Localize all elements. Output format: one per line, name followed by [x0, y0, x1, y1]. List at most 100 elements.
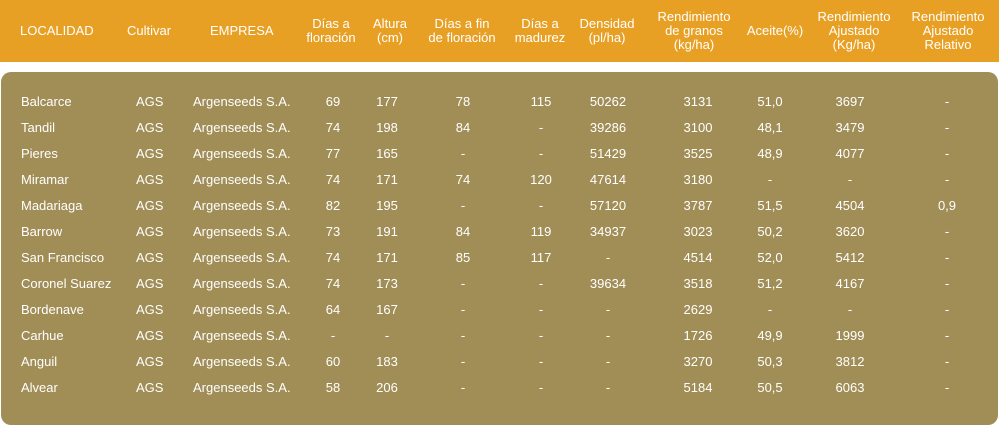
cell-altura: 195: [376, 198, 398, 213]
cell-rendimiento-relativo: -: [944, 172, 950, 187]
cell-dias-fin-floracion: 74: [455, 172, 471, 187]
cell-dias-floracion: 74: [325, 120, 341, 135]
cell-aceite: 51,2: [757, 276, 783, 291]
table-row: Tandil AGS Argenseeds S.A. 74 198 84 - 39286 310…: [1, 115, 998, 141]
cell-densidad: -: [605, 354, 611, 369]
cell-altura: 171: [376, 172, 398, 187]
cell-localidad: Anguil: [21, 354, 58, 369]
cell-localidad: Coronel Suarez: [21, 276, 112, 291]
cell-cultivar: AGS: [136, 198, 164, 213]
cell-dias-fin-floracion: 78: [455, 94, 471, 109]
cell-altura: 171: [376, 250, 398, 265]
cell-dias-floracion: 60: [325, 354, 341, 369]
cell-altura: 167: [376, 302, 398, 317]
table-row: San Francisco AGS Argenseeds S.A. 74 171 85 11…: [1, 245, 998, 271]
cell-aceite: -: [767, 172, 773, 187]
table-row: Anguil AGS Argenseeds S.A. 60 183 - - - 3270 50,3…: [1, 349, 998, 375]
table-row: Carhue AGS Argenseeds S.A. - - - - - 1726 49,9 199…: [1, 323, 998, 349]
cell-rendimiento-relativo: -: [944, 302, 950, 317]
cell-rendimiento-relativo: -: [944, 250, 950, 265]
cell-altura: 206: [376, 380, 398, 395]
cell-localidad: Carhue: [21, 328, 64, 343]
cell-rendimiento-relativo: -: [944, 94, 950, 109]
cell-rendimiento-granos: 1726: [683, 328, 713, 343]
cell-densidad: 39286: [589, 120, 627, 135]
table-row: Miramar AGS Argenseeds S.A. 74 171 74 120 47614…: [1, 167, 998, 193]
cell-cultivar: AGS: [136, 224, 164, 239]
cell-rendimiento-relativo: -: [944, 354, 950, 369]
cell-rendimiento-ajustado: -: [847, 172, 853, 187]
header-cultivar: Cultivar: [127, 23, 172, 38]
cell-aceite: 52,0: [757, 250, 783, 265]
header-rendimiento-ajustado-relativo: Rendimiento Ajustado Relativo: [911, 9, 985, 52]
cell-rendimiento-granos: 3023: [683, 224, 713, 239]
cell-cultivar: AGS: [136, 94, 164, 109]
cell-empresa: Argenseeds S.A.: [193, 250, 291, 265]
cell-densidad: 51429: [589, 146, 627, 161]
table-row: Coronel Suarez AGS Argenseeds S.A. 74 173 - - 3…: [1, 271, 998, 297]
cell-empresa: Argenseeds S.A.: [193, 354, 291, 369]
cell-densidad: -: [605, 302, 611, 317]
cell-dias-fin-floracion: -: [460, 276, 466, 291]
cell-dias-fin-floracion: 85: [455, 250, 471, 265]
cell-rendimiento-granos: 3180: [683, 172, 713, 187]
cell-dias-floracion: 64: [325, 302, 341, 317]
cell-empresa: Argenseeds S.A.: [193, 198, 291, 213]
cell-aceite: 48,1: [757, 120, 783, 135]
cell-aceite: -: [767, 302, 773, 317]
cell-rendimiento-ajustado: 5412: [835, 250, 865, 265]
cell-rendimiento-relativo: -: [944, 224, 950, 239]
cell-dias-fin-floracion: -: [460, 354, 466, 369]
cell-cultivar: AGS: [136, 146, 164, 161]
cell-empresa: Argenseeds S.A.: [193, 380, 291, 395]
cell-densidad: -: [605, 380, 611, 395]
cell-densidad: 34937: [589, 224, 627, 239]
cell-rendimiento-granos: 4514: [683, 250, 713, 265]
cell-dias-madurez: -: [538, 120, 544, 135]
table-row: Madariaga AGS Argenseeds S.A. 82 195 - - 57120 3…: [1, 193, 998, 219]
cell-empresa: Argenseeds S.A.: [193, 302, 291, 317]
cell-rendimiento-granos: 3131: [683, 94, 713, 109]
cell-rendimiento-granos: 3100: [683, 120, 713, 135]
cell-cultivar: AGS: [136, 120, 164, 135]
cell-dias-floracion: 82: [325, 198, 341, 213]
cell-cultivar: AGS: [136, 380, 164, 395]
table-body: Balcarce AGS Argenseeds S.A. 69 177 78 115 5026…: [1, 72, 998, 425]
cell-altura: 173: [376, 276, 398, 291]
cell-dias-madurez: 117: [530, 250, 552, 265]
cell-aceite: 49,9: [757, 328, 783, 343]
cell-localidad: Barrow: [21, 224, 63, 239]
cell-cultivar: AGS: [136, 302, 164, 317]
cell-empresa: Argenseeds S.A.: [193, 94, 291, 109]
cell-dias-floracion: 74: [325, 250, 341, 265]
cell-dias-floracion: 77: [325, 146, 341, 161]
cell-densidad: 47614: [589, 172, 627, 187]
cell-rendimiento-ajustado: -: [847, 302, 853, 317]
cell-empresa: Argenseeds S.A.: [193, 120, 291, 135]
header-aceite: Aceite(%): [746, 23, 804, 38]
cell-altura: 177: [376, 94, 398, 109]
cell-altura: 183: [376, 354, 398, 369]
cell-dias-floracion: 74: [325, 276, 341, 291]
cell-dias-fin-floracion: -: [460, 302, 466, 317]
cell-aceite: 50,5: [757, 380, 783, 395]
cell-dias-fin-floracion: -: [460, 328, 466, 343]
table-row: Balcarce AGS Argenseeds S.A. 69 177 78 115 5026…: [1, 89, 998, 115]
cell-localidad: Balcarce: [21, 94, 72, 109]
cell-dias-fin-floracion: 84: [455, 224, 471, 239]
cell-altura: -: [384, 328, 390, 343]
cell-localidad: Bordenave: [21, 302, 84, 317]
table-header: LOCALIDAD Cultivar EMPRESA Días a florac…: [0, 0, 999, 62]
header-dias-madurez: Días a madurez: [514, 16, 566, 45]
table-row: Alvear AGS Argenseeds S.A. 58 206 - - - 5184 50,5…: [1, 375, 998, 401]
cell-localidad: Madariaga: [21, 198, 83, 213]
table-row: Barrow AGS Argenseeds S.A. 73 191 84 119 34937 3…: [1, 219, 998, 245]
header-localidad: LOCALIDAD: [20, 23, 94, 38]
cell-localidad: Miramar: [21, 172, 69, 187]
cell-aceite: 51,5: [757, 198, 783, 213]
cell-rendimiento-ajustado: 3812: [835, 354, 865, 369]
cell-densidad: 39634: [589, 276, 627, 291]
cell-altura: 165: [376, 146, 398, 161]
cell-dias-floracion: 58: [325, 380, 341, 395]
cell-rendimiento-relativo: -: [944, 120, 950, 135]
